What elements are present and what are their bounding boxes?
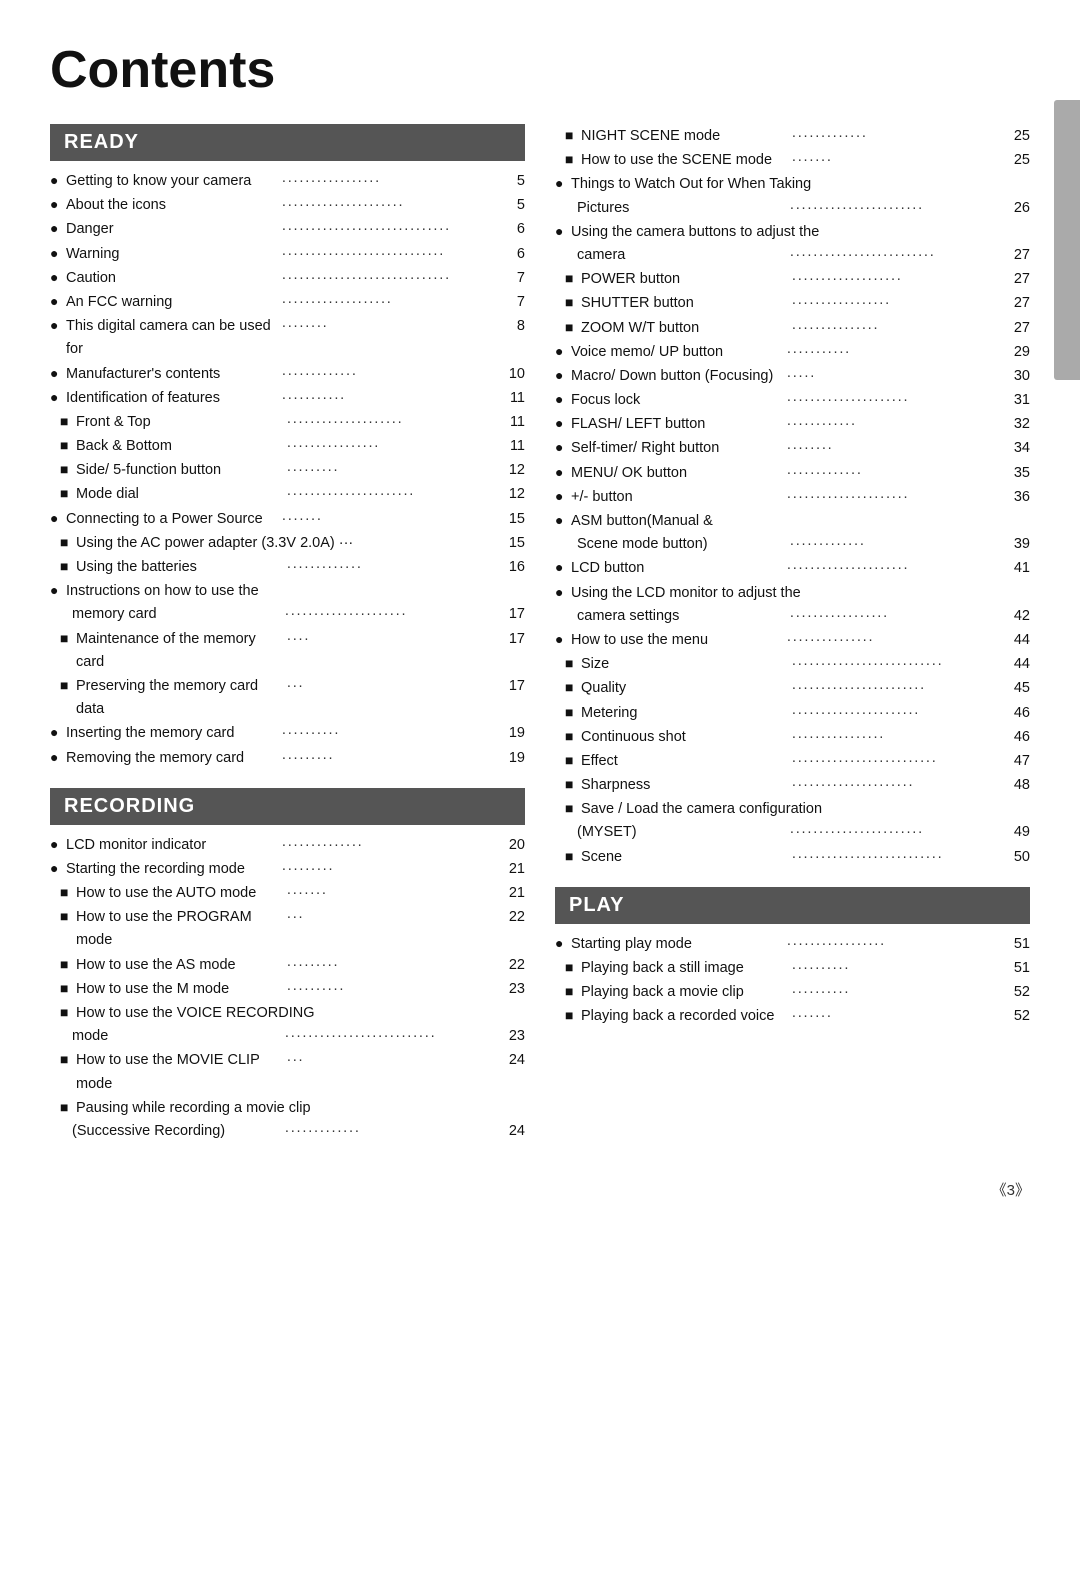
list-item: ■Back & Bottom················11 <box>50 434 525 458</box>
list-item: ●Identification of features···········11 <box>50 386 525 410</box>
list-item: ■How to use the VOICE RECORDING <box>50 1001 525 1025</box>
list-item: (Successive Recording)·············24 <box>50 1120 525 1143</box>
list-item: ■Mode dial······················12 <box>50 482 525 506</box>
list-item: ●Starting the recording mode·········21 <box>50 857 525 881</box>
list-item: ■Quality·······················45 <box>555 676 1030 700</box>
list-item: ■Preserving the memory card data···17 <box>50 674 525 721</box>
list-item: ■How to use the AS mode·········22 <box>50 953 525 977</box>
play-section-header: PLAY <box>555 887 1030 924</box>
list-item: ●LCD button·····················41 <box>555 556 1030 580</box>
list-item: ●Connecting to a Power Source·······15 <box>50 507 525 531</box>
list-item: ■Sharpness·····················48 <box>555 773 1030 797</box>
list-item: ●Instructions on how to use the <box>50 579 525 603</box>
right-top-list: ■NIGHT SCENE mode·············25 ■How to… <box>555 124 1030 869</box>
list-item: ●Self-timer/ Right button········34 <box>555 436 1030 460</box>
list-item: ●How to use the menu···············44 <box>555 628 1030 652</box>
list-item: ●Using the LCD monitor to adjust the <box>555 581 1030 605</box>
list-item: ●An FCC warning···················7 <box>50 290 525 314</box>
list-item: ●Caution·····························7 <box>50 266 525 290</box>
list-item: ■SHUTTER button·················27 <box>555 291 1030 315</box>
list-item: ■Playing back a movie clip··········52 <box>555 980 1030 1004</box>
list-item: ●FLASH/ LEFT button············32 <box>555 412 1030 436</box>
list-item: ■Side/ 5-function button·········12 <box>50 458 525 482</box>
list-item: ■Using the AC power adapter (3.3V 2.0A) … <box>50 531 525 555</box>
list-item: ●Voice memo/ UP button···········29 <box>555 340 1030 364</box>
list-item: ■Effect·························47 <box>555 749 1030 773</box>
list-item: ■Save / Load the camera configuration <box>555 797 1030 821</box>
list-item: ●Focus lock·····················31 <box>555 388 1030 412</box>
list-item: mode··························23 <box>50 1025 525 1048</box>
list-item: ■How to use the AUTO mode·······21 <box>50 881 525 905</box>
recording-list: ●LCD monitor indicator··············20 ●… <box>50 833 525 1143</box>
list-item: ■NIGHT SCENE mode·············25 <box>555 124 1030 148</box>
list-item: ■Continuous shot················46 <box>555 725 1030 749</box>
ready-list: ●Getting to know your camera············… <box>50 169 525 770</box>
list-item: ●MENU/ OK button·············35 <box>555 461 1030 485</box>
play-list: ●Starting play mode·················51 ■… <box>555 932 1030 1029</box>
list-item: ●Using the camera buttons to adjust the <box>555 220 1030 244</box>
list-item: Pictures·······················26 <box>555 197 1030 220</box>
list-item: ●+/- button·····················36 <box>555 485 1030 509</box>
right-column: ■NIGHT SCENE mode·············25 ■How to… <box>555 124 1030 1161</box>
list-item: ■Front & Top····················11 <box>50 410 525 434</box>
list-item: ■ZOOM W/T button···············27 <box>555 316 1030 340</box>
list-item: ●Getting to know your camera············… <box>50 169 525 193</box>
list-item: ■Size··························44 <box>555 652 1030 676</box>
list-item: (MYSET)·······················49 <box>555 821 1030 844</box>
list-item: ●About the icons·····················5 <box>50 193 525 217</box>
list-item: ●Warning····························6 <box>50 242 525 266</box>
list-item: ●Starting play mode·················51 <box>555 932 1030 956</box>
list-item: camera settings·················42 <box>555 605 1030 628</box>
list-item: ■Pausing while recording a movie clip <box>50 1096 525 1120</box>
list-item: ■Maintenance of the memory card····17 <box>50 627 525 674</box>
page-title: Contents <box>50 40 1030 100</box>
list-item: ●ASM button(Manual & <box>555 509 1030 533</box>
list-item: ■Playing back a recorded voice·······52 <box>555 1004 1030 1028</box>
list-item: ■Playing back a still image··········51 <box>555 956 1030 980</box>
list-item: ■Scene··························50 <box>555 845 1030 869</box>
ready-section-header: READY <box>50 124 525 161</box>
list-item: ■How to use the M mode··········23 <box>50 977 525 1001</box>
list-item: ●Manufacturer's contents·············10 <box>50 362 525 386</box>
list-item: ■Metering······················46 <box>555 701 1030 725</box>
list-item: ●LCD monitor indicator··············20 <box>50 833 525 857</box>
list-item: ■How to use the PROGRAM mode···22 <box>50 905 525 952</box>
list-item: ■POWER button···················27 <box>555 267 1030 291</box>
list-item: ●Things to Watch Out for When Taking <box>555 172 1030 196</box>
list-item: ●Macro/ Down button (Focusing)·····30 <box>555 364 1030 388</box>
list-item: ●This digital camera can be used for····… <box>50 314 525 361</box>
list-item: ■How to use the SCENE mode·······25 <box>555 148 1030 172</box>
left-column: READY ●Getting to know your camera······… <box>50 124 525 1161</box>
list-item: camera·························27 <box>555 244 1030 267</box>
list-item: ●Inserting the memory card··········19 <box>50 721 525 745</box>
list-item: ■Using the batteries·············16 <box>50 555 525 579</box>
recording-section-header: RECORDING <box>50 788 525 825</box>
list-item: ●Removing the memory card·········19 <box>50 746 525 770</box>
list-item: Scene mode button)·············39 <box>555 533 1030 556</box>
footer-page-number: 《3》 <box>50 1179 1030 1200</box>
list-item: ●Danger·····························6 <box>50 217 525 241</box>
list-item: memory card·····················17 <box>50 603 525 626</box>
right-tab <box>1054 100 1080 380</box>
list-item: ■How to use the MOVIE CLIP mode···24 <box>50 1048 525 1095</box>
